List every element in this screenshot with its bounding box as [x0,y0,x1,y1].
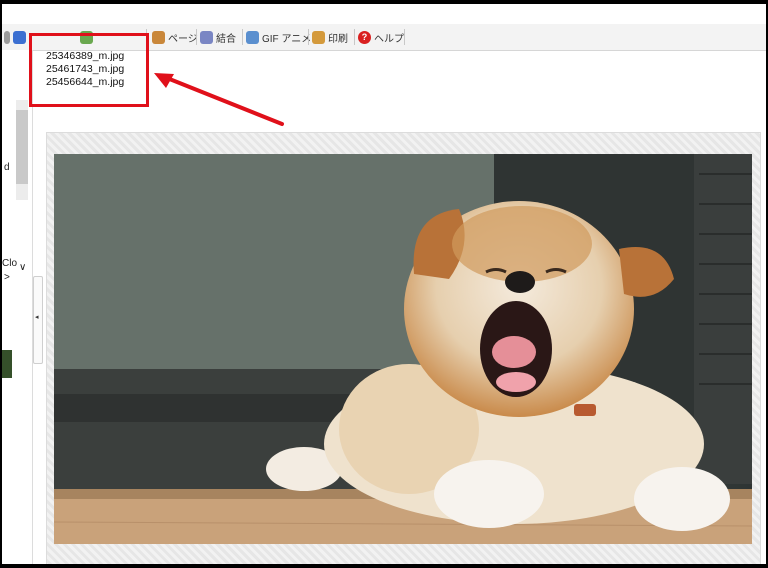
gif-animation-icon [246,30,259,44]
merge-icon [200,30,213,44]
partial-icon [4,30,10,44]
screenshot-frame: ページ 結合 GIF アニメ 印刷 ? ヘルプ d Clo ∨ > ◂ 2534… [0,0,768,568]
partial-icon [13,30,26,44]
chevron-right-icon[interactable]: > [4,272,10,283]
annotation-arrow-icon [154,73,284,126]
toolbar-help-button[interactable]: ? ヘルプ [358,27,404,47]
print-icon [312,30,325,44]
collapse-arrow-icon: ◂ [35,314,39,321]
toolbar-separator [354,29,355,45]
thumbnail-fragment[interactable] [2,350,12,378]
toolbar-help-label: ヘルプ [374,33,404,45]
toolbar-partial-left [4,27,26,47]
chevron-down-icon[interactable]: ∨ [19,262,26,273]
left-panel: d Clo ∨ > [2,50,33,564]
toolbar-page-label: ページ [168,33,198,45]
toolbar-separator [308,29,309,45]
toolbar-print-button[interactable]: 印刷 [312,27,348,47]
toolbar-separator [404,29,405,45]
toolbar-gif-animation-button[interactable]: GIF アニメ [246,27,311,47]
left-panel-text-fragment: Clo [2,258,18,269]
toolbar-merge-button[interactable]: 結合 [200,27,236,47]
toolbar-separator [242,29,243,45]
page-icon [152,30,165,44]
panel-collapse-handle[interactable]: ◂ [33,276,43,364]
toolbar-page-button[interactable]: ページ [152,27,198,47]
help-icon: ? [358,30,371,44]
left-scrollbar-thumb[interactable] [16,110,28,184]
toolbar-merge-label: 結合 [216,33,236,45]
toolbar-separator [196,29,197,45]
toolbar-print-label: 印刷 [328,33,348,45]
puppy-photo [54,154,752,544]
highlight-box [29,33,149,107]
preview-image[interactable] [54,154,752,544]
left-panel-text-fragment: d [4,162,10,173]
toolbar-gif-animation-label: GIF アニメ [262,33,312,45]
